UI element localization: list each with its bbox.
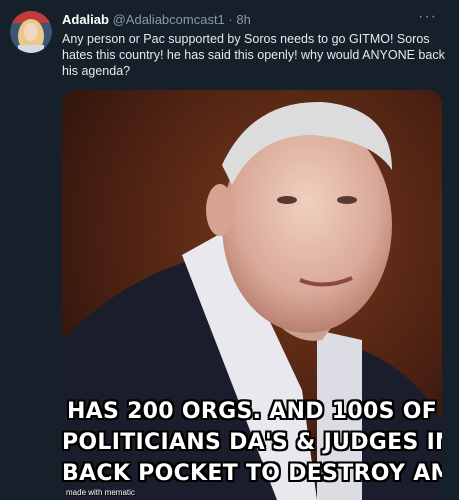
tweet-card[interactable]: Adaliab @Adaliabcomcast1 · 8h ··· Any pe… [0, 0, 459, 500]
meme-caption-line-3: BACK POCKET TO DESTROY AMERICA [62, 461, 442, 486]
meme-caption-line-1: HAS 200 ORGS. AND 100S OF [66, 399, 438, 424]
tweet-text: Any person or Pac supported by Soros nee… [62, 32, 445, 78]
timestamp[interactable]: 8h [236, 12, 250, 27]
meme-caption-line-2: POLITICIANS DA'S & JUDGES IN HIS [62, 430, 442, 455]
user-handle[interactable]: @Adaliabcomcast1 [113, 12, 225, 27]
tweet-header: Adaliab @Adaliabcomcast1 · 8h [62, 12, 251, 28]
display-name[interactable]: Adaliab [62, 12, 109, 27]
separator-dot: · [228, 12, 233, 27]
tweet-media-image[interactable]: HAS 200 ORGS. AND 100S OF POLITICIANS DA… [62, 90, 442, 500]
more-options-icon[interactable]: ··· [418, 8, 437, 26]
mematic-watermark: made with mematic [66, 488, 135, 497]
avatar[interactable] [10, 11, 52, 53]
